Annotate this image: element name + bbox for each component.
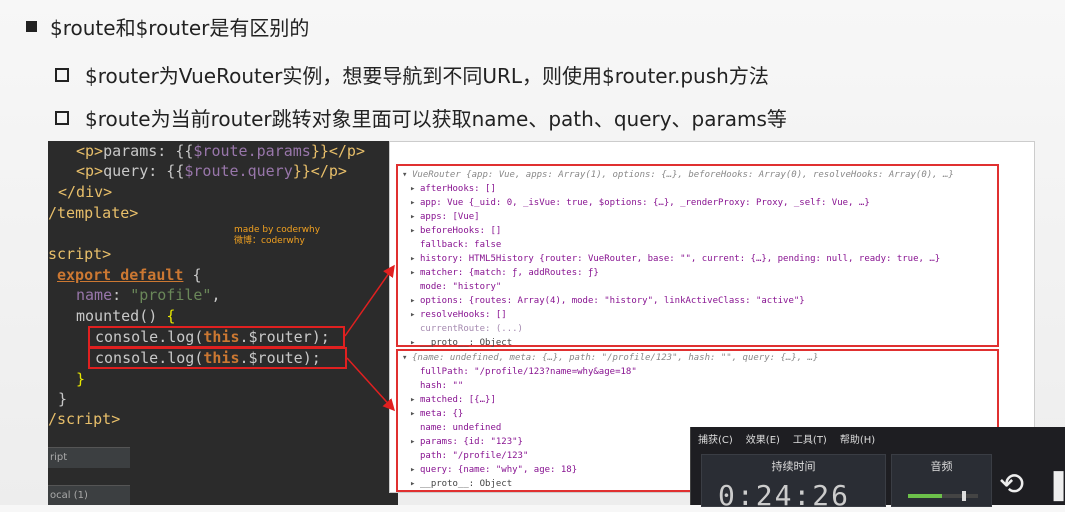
menu-capture[interactable]: 捕获(C) bbox=[698, 431, 733, 446]
menu-help[interactable]: 帮助(H) bbox=[840, 431, 875, 446]
pause-icon[interactable]: ❚ bbox=[1046, 467, 1065, 502]
screen-recorder-panel[interactable]: 捕获(C) 效果(E) 工具(T) 帮助(H) 持续时间 0:24:26 音频 … bbox=[690, 427, 1065, 512]
audio-panel: 音频 bbox=[891, 454, 992, 507]
recorder-menu: 捕获(C) 效果(E) 工具(T) 帮助(H) bbox=[698, 431, 875, 446]
duration-label: 持续时间 bbox=[771, 460, 816, 473]
menu-tools[interactable]: 工具(T) bbox=[793, 431, 827, 446]
arrow-to-route-output bbox=[346, 357, 396, 412]
restart-icon[interactable]: ⟲ bbox=[999, 467, 1024, 502]
audio-level-meter bbox=[908, 491, 978, 501]
menu-effects[interactable]: 效果(E) bbox=[746, 431, 780, 446]
audio-label: 音频 bbox=[930, 460, 953, 473]
duration-panel: 持续时间 0:24:26 bbox=[701, 454, 886, 512]
arrow-to-router-output bbox=[344, 264, 395, 337]
duration-timer: 0:24:26 bbox=[718, 479, 851, 512]
